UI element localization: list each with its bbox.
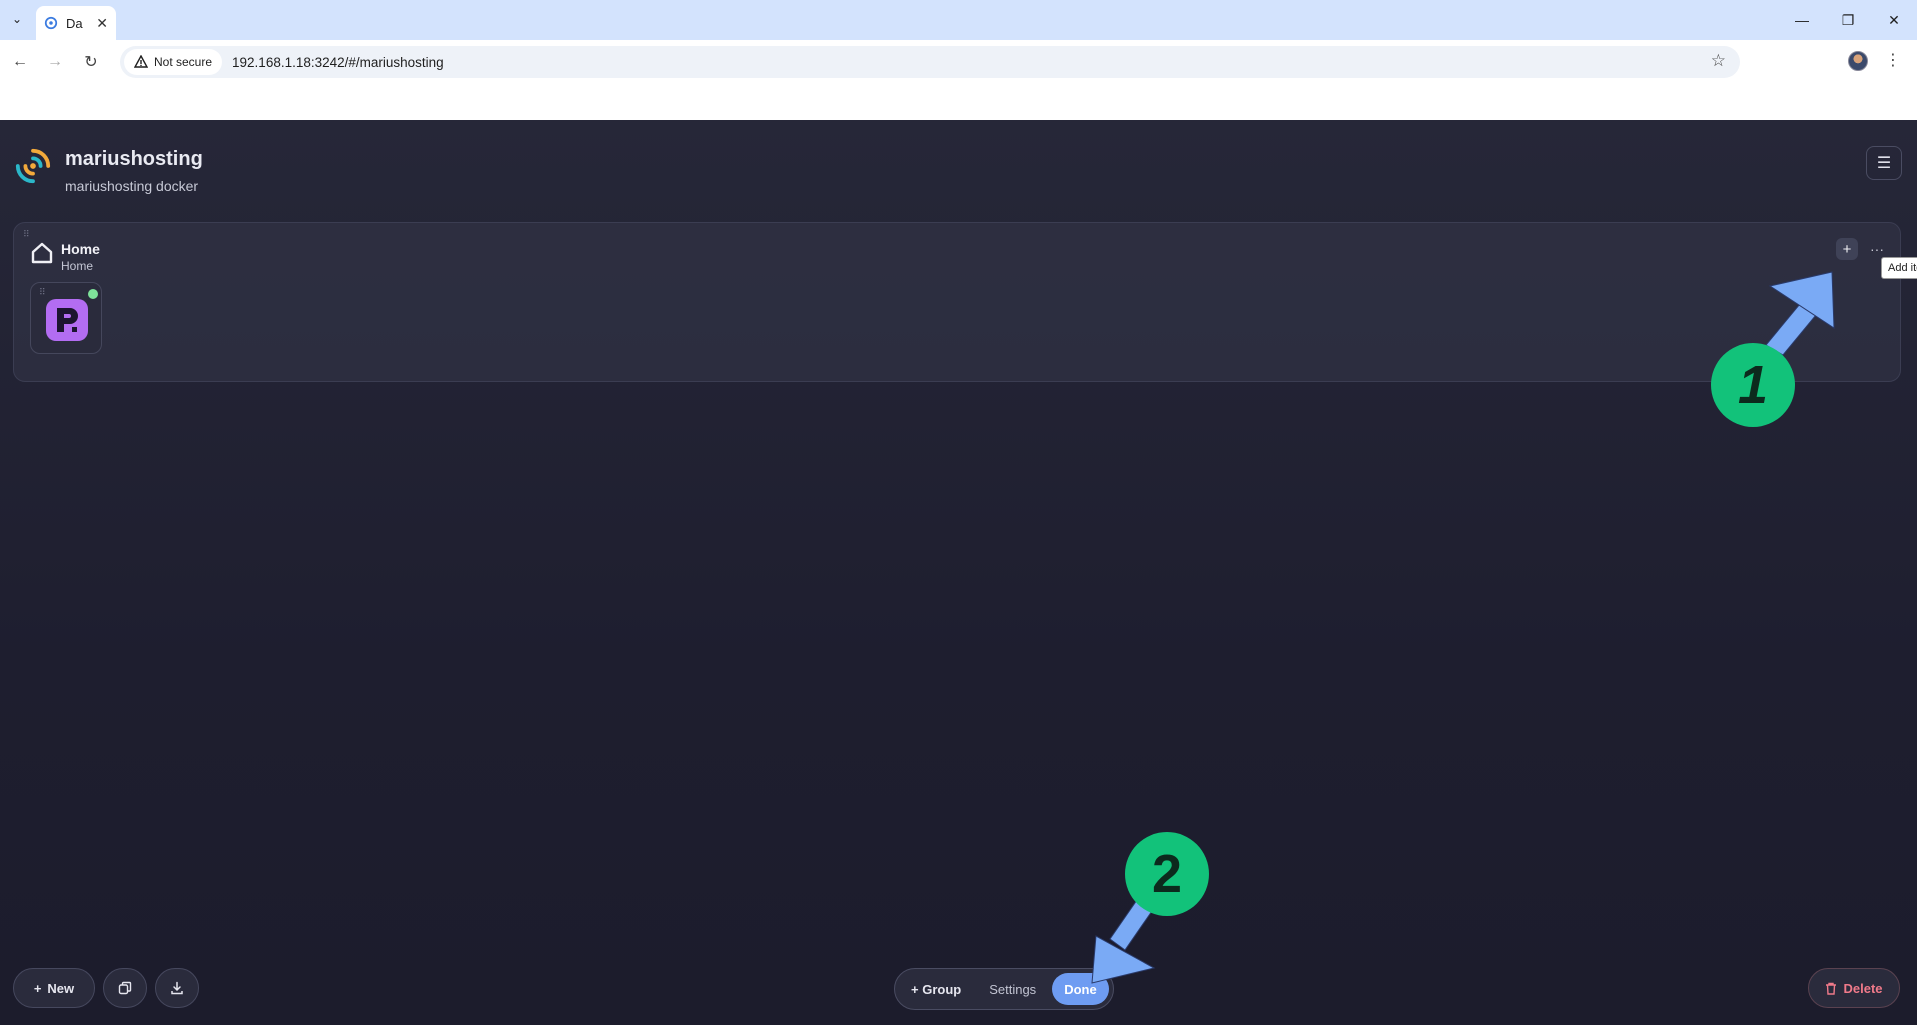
- plus-icon: +: [33, 980, 42, 996]
- favicon-icon: [44, 16, 58, 30]
- bottom-left-actions: + New: [13, 968, 199, 1008]
- window-close-icon[interactable]: ✕: [1871, 0, 1917, 40]
- app-p-logo-icon: [46, 299, 88, 341]
- trash-icon: [1826, 982, 1837, 995]
- group-title: Home: [61, 241, 100, 257]
- browser-menu-icon[interactable]: ⋮: [1885, 50, 1901, 70]
- add-item-button[interactable]: +: [1836, 238, 1858, 260]
- security-chip[interactable]: Not secure: [124, 49, 223, 75]
- delete-button[interactable]: Delete: [1808, 968, 1900, 1008]
- browser-tabstrip: ⌄ Da ✕ — ❐ ✕: [0, 0, 1917, 40]
- forward-arrow-icon[interactable]: →: [43, 50, 67, 74]
- settings-button[interactable]: Settings: [977, 973, 1048, 1005]
- tab-title: Da: [66, 15, 83, 31]
- done-button[interactable]: Done: [1052, 973, 1109, 1005]
- app-logo-icon: [15, 148, 51, 184]
- group-drag-handle-icon[interactable]: ⠿: [23, 230, 30, 239]
- home-icon: [31, 242, 53, 264]
- tab-search-chevron-icon[interactable]: ⌄: [6, 8, 28, 30]
- browser-tab[interactable]: Da ✕: [36, 6, 116, 40]
- new-button-label: New: [47, 980, 75, 996]
- group-home: ⠿ Home Home + ··· Add item ⠿: [13, 222, 1917, 382]
- window-controls: — ❐ ✕: [1779, 0, 1917, 40]
- url-text[interactable]: 192.168.1.18:3242/#/mariushosting: [232, 55, 444, 70]
- restore-icon[interactable]: ❐: [1825, 0, 1871, 40]
- add-group-button[interactable]: + Group: [899, 973, 973, 1005]
- security-label: Not secure: [154, 55, 213, 69]
- minimize-icon[interactable]: —: [1779, 0, 1825, 40]
- delete-label: Delete: [1843, 980, 1883, 996]
- download-icon: [171, 981, 183, 995]
- group-description: Home: [61, 259, 94, 273]
- plus-icon: +: [1842, 240, 1852, 258]
- profile-avatar[interactable]: [1848, 51, 1868, 71]
- duplicate-button[interactable]: [103, 968, 147, 1008]
- status-online-dot: [88, 289, 98, 299]
- tab-close-icon[interactable]: ✕: [96, 15, 108, 32]
- browser-toolbar: ← → ↻ Not secure 192.168.1.18:3242/#/mar…: [0, 40, 1917, 84]
- dashboard-app: mariushosting mariushosting docker ☰ ⠿ H…: [0, 120, 1917, 1025]
- page-subtitle: mariushosting docker: [65, 178, 199, 194]
- bookmark-bar: [0, 84, 1917, 120]
- app-tile[interactable]: ⠿: [30, 282, 102, 354]
- tile-drag-handle-icon[interactable]: ⠿: [39, 288, 46, 297]
- new-button[interactable]: + New: [13, 968, 95, 1008]
- address-bar[interactable]: Not secure 192.168.1.18:3242/#/mariushos…: [120, 46, 1740, 78]
- back-arrow-icon[interactable]: ←: [8, 50, 32, 74]
- bookmark-star-icon[interactable]: ☆: [1711, 51, 1726, 71]
- warning-icon: [134, 55, 148, 68]
- page-title: mariushosting: [65, 148, 203, 170]
- add-item-tooltip: Add item: [1881, 257, 1917, 279]
- hamburger-menu-button[interactable]: ☰: [1866, 146, 1902, 180]
- copy-icon: [118, 981, 132, 995]
- reload-icon[interactable]: ↻: [79, 50, 103, 74]
- edit-mode-bar: + Group Settings Done: [894, 968, 1114, 1010]
- download-button[interactable]: [155, 968, 199, 1008]
